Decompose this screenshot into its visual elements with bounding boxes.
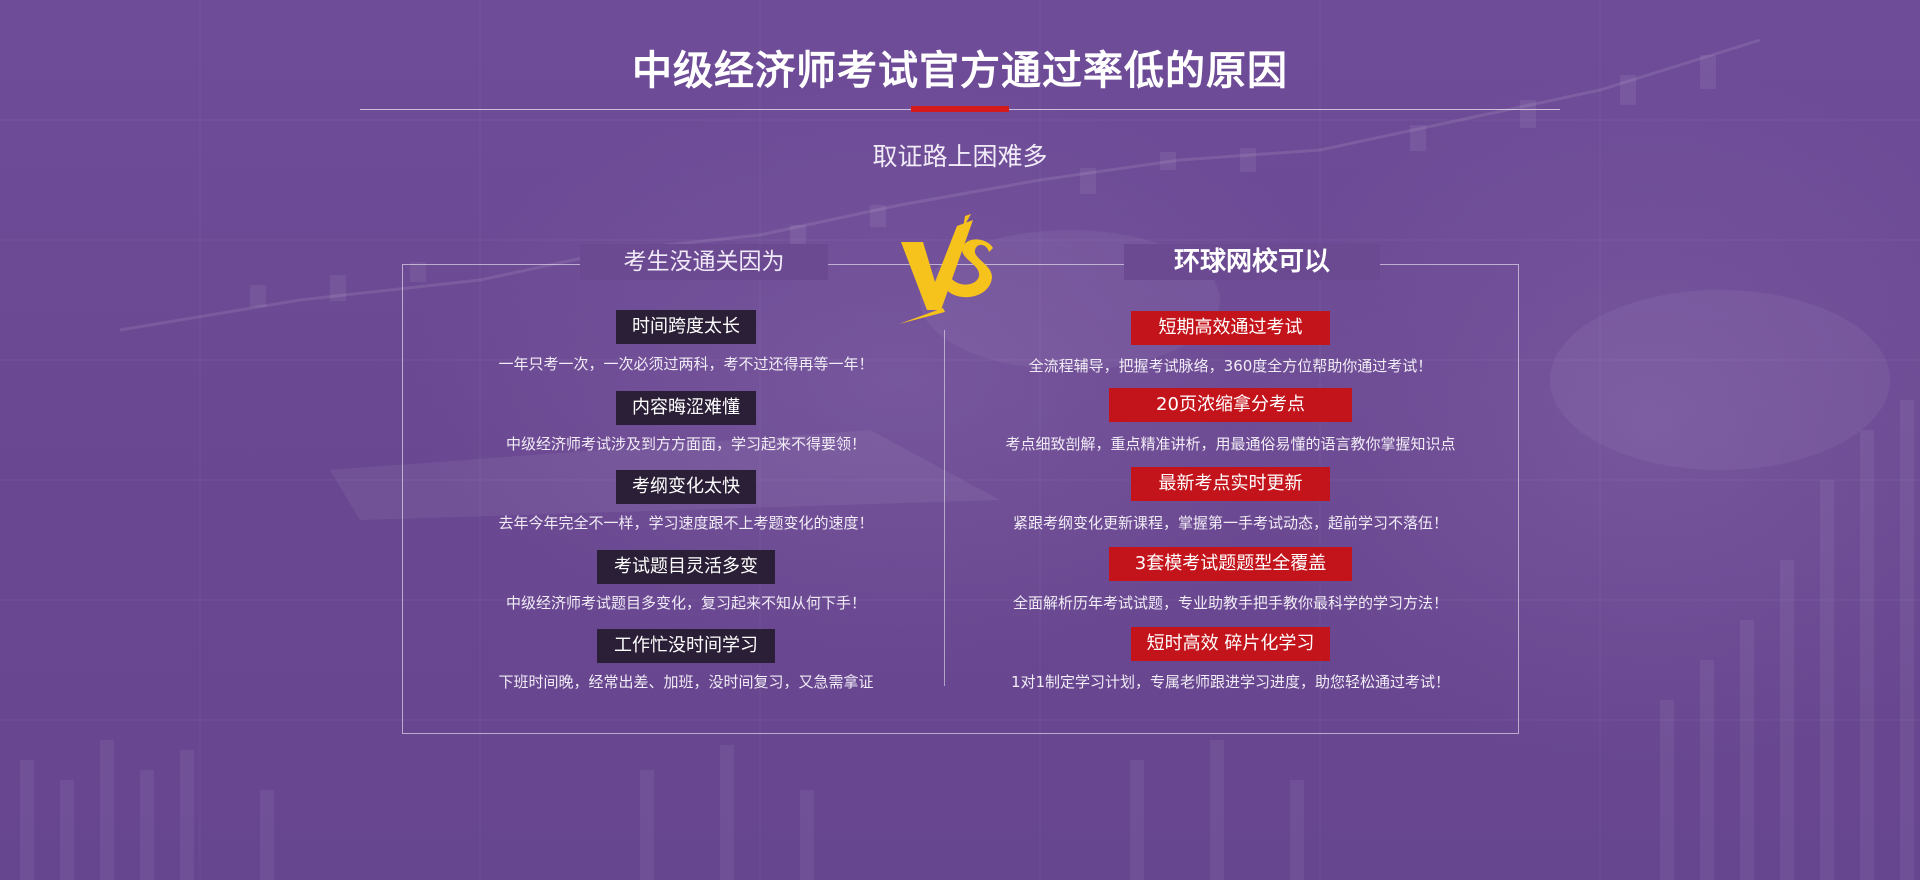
right-item-title: 短时高效 碎片化学习 [1131, 627, 1330, 661]
left-item-desc: 一年只考一次，一次必须过两科，考不过还得再等一年！ [498, 355, 874, 373]
left-item-desc: 下班时间晚，经常出差、加班，没时间复习，又急需拿证 [498, 673, 874, 691]
left-column-heading: 考生没通关因为 [580, 244, 828, 280]
left-item-title: 工作忙没时间学习 [597, 629, 775, 663]
vs-icon [899, 214, 993, 324]
comparison-box [402, 264, 1519, 734]
right-item-desc: 1对1制定学习计划，专属老师跟进学习进度，助您轻松通过考试！ [1010, 673, 1451, 691]
left-item-title: 考试题目灵活多变 [597, 550, 775, 584]
left-item-desc: 中级经济师考试涉及到方方面面，学习起来不得要领！ [505, 435, 866, 453]
right-item-title: 最新考点实时更新 [1131, 467, 1330, 501]
right-item-desc: 全面解析历年考试试题，专业助教手把手教你最科学的学习方法！ [1012, 594, 1448, 612]
title-accent-bar [911, 106, 1009, 112]
left-item-title: 内容晦涩难懂 [616, 391, 756, 425]
left-item-title: 时间跨度太长 [616, 310, 756, 344]
center-divider [944, 330, 945, 686]
right-item-title: 3套模考试题题型全覆盖 [1109, 547, 1352, 581]
right-item-desc: 全流程辅导，把握考试脉络，360度全方位帮助你通过考试！ [1028, 357, 1433, 375]
right-item-desc: 紧跟考纲变化更新课程，掌握第一手考试动态，超前学习不落伍！ [1012, 514, 1448, 532]
left-item-desc: 去年今年完全不一样，学习速度跟不上考题变化的速度！ [498, 514, 874, 532]
left-item-desc: 中级经济师考试题目多变化，复习起来不知从何下手！ [505, 594, 866, 612]
page-subtitle: 取证路上困难多 [872, 142, 1048, 171]
right-item-title: 20页浓缩拿分考点 [1109, 388, 1352, 422]
right-item-title: 短期高效通过考试 [1131, 311, 1330, 345]
right-column-heading: 环球网校可以 [1124, 244, 1380, 280]
right-item-desc: 考点细致剖解，重点精准讲析，用最通俗易懂的语言教你掌握知识点 [1005, 435, 1456, 453]
page-title: 中级经济师考试官方通过率低的原因 [632, 48, 1288, 94]
left-item-title: 考纲变化太快 [616, 470, 756, 504]
